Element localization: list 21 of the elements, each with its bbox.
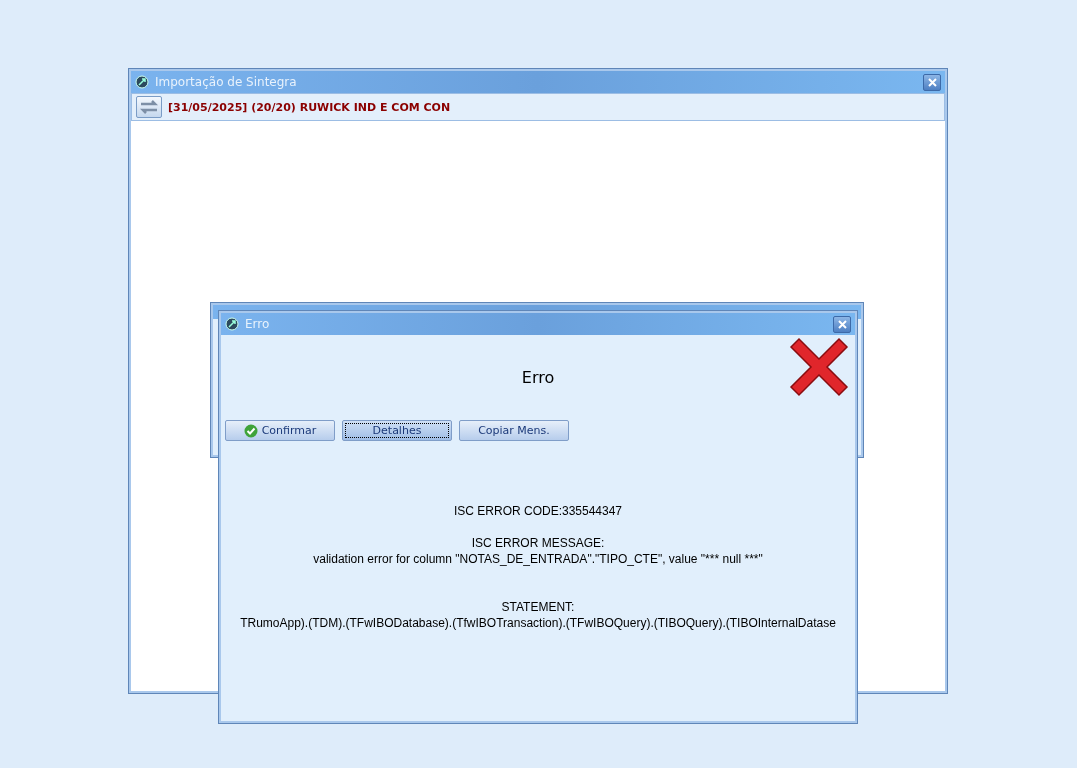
status-text: [31/05/2025] (20/20) RUWICK IND E COM CON xyxy=(168,100,451,114)
check-icon xyxy=(243,423,258,438)
swap-button[interactable] xyxy=(136,96,162,118)
close-icon xyxy=(837,319,847,329)
error-detail-text: ISC ERROR CODE:335544347 xyxy=(453,503,623,519)
confirm-button[interactable]: Confirmar xyxy=(225,420,335,441)
arrows-icon xyxy=(139,100,159,114)
error-detail-text: TRumoApp).(TDM).(TFwIBODatabase).(TfwIBOTransaction).(TFwIBOQuery).(TIBOQuery).(TIBOInternalDatase xyxy=(240,615,836,631)
app-logo-icon xyxy=(225,317,239,331)
window-title: Importação de Sintegra xyxy=(155,75,297,89)
dialog-button[interactable]: Copiar Mens. xyxy=(459,420,569,441)
error-detail-text: validation error for column "NOTAS_DE_ENTRADA"."TIPO_CTE", value "*** null ***" xyxy=(313,551,763,567)
close-button[interactable] xyxy=(923,73,941,91)
app-logo-icon xyxy=(135,75,149,89)
dialog-heading: Erro xyxy=(520,368,556,387)
error-detail-text: ISC ERROR MESSAGE: xyxy=(471,535,605,551)
dialog-button[interactable]: Detalhes xyxy=(342,420,452,441)
close-button[interactable] xyxy=(833,315,851,333)
window-title: Erro xyxy=(245,317,270,331)
close-icon xyxy=(927,77,937,87)
error-detail-text: STATEMENT: xyxy=(501,599,575,615)
